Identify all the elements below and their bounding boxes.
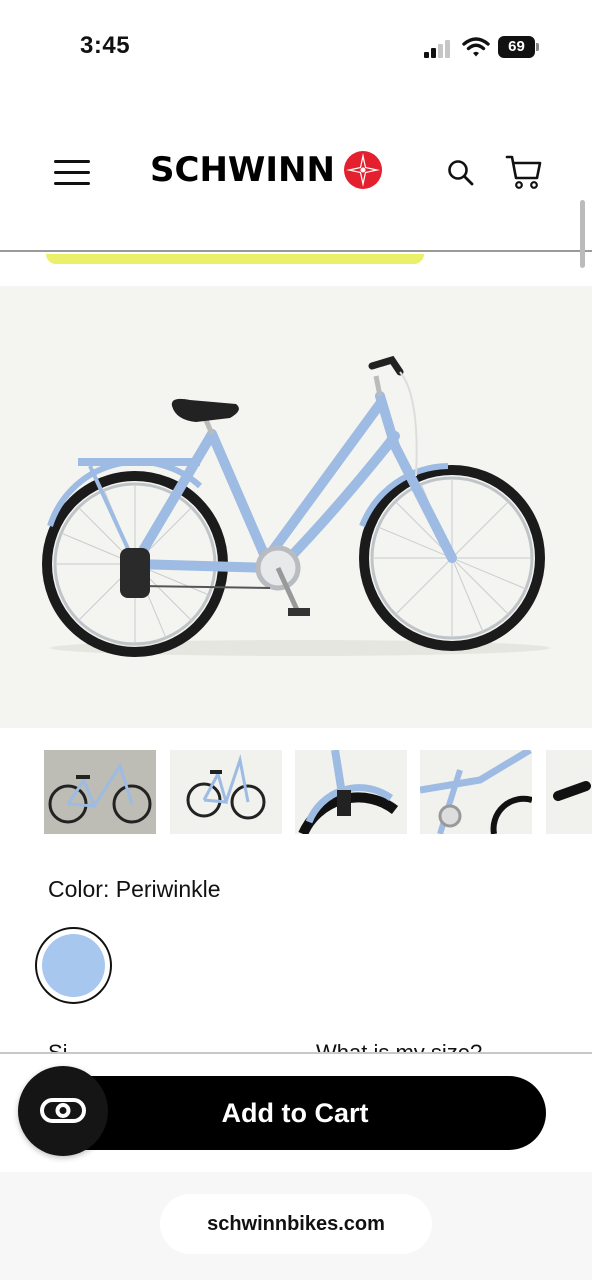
product-hero-image[interactable]	[0, 286, 592, 728]
battery-level: 69	[498, 36, 535, 58]
size-row: Si What is my size?	[48, 1038, 548, 1052]
thumbnail-gallery	[44, 750, 592, 834]
bike-illustration	[42, 355, 550, 657]
cart-icon[interactable]	[504, 152, 544, 192]
thumbnail-3[interactable]	[295, 750, 407, 834]
color-swatch-fill	[42, 934, 105, 997]
status-bar: 3:45 69	[0, 0, 592, 92]
thumbnail-5[interactable]	[546, 750, 592, 834]
schwinn-star-logo-icon	[343, 151, 382, 189]
status-time: 3:45	[80, 32, 131, 59]
color-swatch-periwinkle[interactable]	[35, 927, 112, 1004]
add-to-cart-button[interactable]: Add to Cart	[44, 1076, 546, 1150]
color-label: Color: Periwinkle	[48, 876, 221, 902]
thumbnail-2[interactable]	[170, 750, 282, 834]
search-icon[interactable]	[446, 158, 476, 188]
battery-icon: 69	[498, 36, 540, 58]
wifi-icon	[462, 36, 490, 58]
site-header: SCHWINN	[0, 92, 592, 268]
cellular-signal-icon	[424, 40, 454, 58]
thumbnail-1[interactable]	[44, 750, 156, 834]
brand-name: SCHWINN	[150, 150, 335, 190]
brand-logo[interactable]: SCHWINN	[150, 148, 383, 192]
size-label: Si	[48, 1040, 68, 1052]
chat-bubble-icon	[40, 1098, 86, 1123]
address-bar[interactable]: schwinnbikes.com	[160, 1194, 432, 1254]
scroll-indicator	[580, 200, 585, 268]
size-guide-link[interactable]: What is my size?	[316, 1040, 482, 1052]
promo-banner[interactable]	[46, 254, 424, 264]
chat-button[interactable]	[18, 1066, 108, 1156]
thumbnail-4[interactable]	[420, 750, 532, 834]
menu-icon[interactable]	[54, 160, 90, 186]
